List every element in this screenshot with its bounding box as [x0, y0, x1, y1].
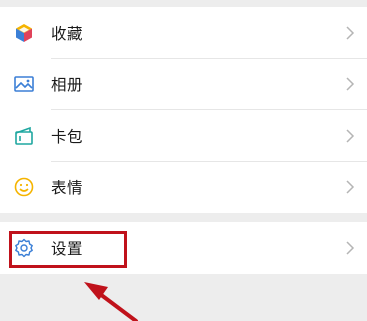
photo-icon	[13, 73, 35, 95]
menu-group: 收藏 相册 卡包 表情	[0, 7, 367, 213]
menu-item-label: 收藏	[51, 24, 84, 43]
wallet-icon	[13, 125, 35, 147]
chevron-right-icon	[345, 25, 355, 41]
chevron-right-icon	[345, 128, 355, 144]
menu-item-label: 相册	[51, 76, 84, 95]
menu-item-favorites[interactable]: 收藏	[0, 7, 367, 59]
menu-item-stickers[interactable]: 表情	[0, 162, 367, 214]
chevron-right-icon	[345, 179, 355, 195]
menu-item-card-wallet[interactable]: 卡包	[0, 110, 367, 162]
menu-item-album[interactable]: 相册	[0, 59, 367, 110]
menu-item-label: 卡包	[51, 127, 84, 146]
top-strip	[0, 0, 367, 7]
chevron-right-icon	[345, 76, 355, 92]
smiley-icon	[13, 176, 35, 198]
settings-highlight-box	[9, 231, 127, 268]
cube-icon	[13, 22, 35, 44]
menu-item-label: 表情	[51, 179, 84, 198]
chevron-right-icon	[345, 240, 355, 256]
